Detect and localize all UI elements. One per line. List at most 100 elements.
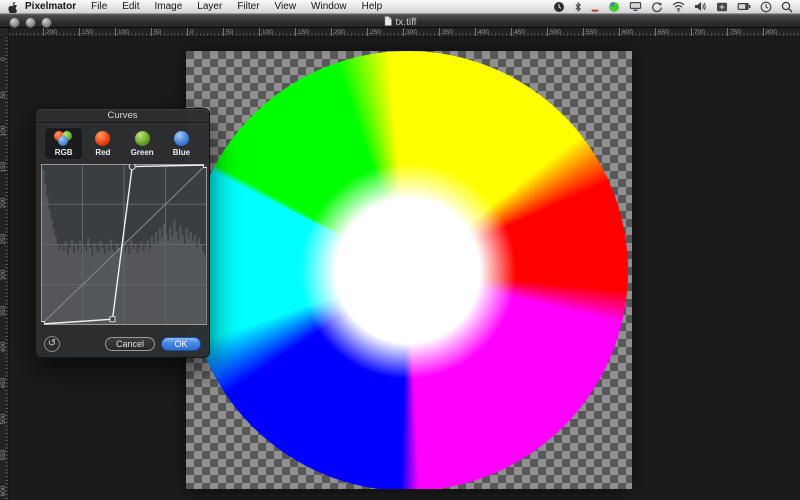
bluetooth-icon[interactable] <box>574 1 582 13</box>
histogram-bar <box>132 249 134 324</box>
ruler-h-label: 650 <box>655 28 669 37</box>
display-icon[interactable] <box>629 1 642 12</box>
curves-graph[interactable] <box>41 164 207 325</box>
menu-window[interactable]: Window <box>311 1 347 12</box>
ruler-h-label: 600 <box>619 28 633 37</box>
histogram-bar <box>60 245 62 325</box>
histogram-bar <box>56 245 58 325</box>
histogram-bar <box>173 221 175 324</box>
ok-button[interactable]: OK <box>161 337 201 351</box>
ruler-v-label: 250 <box>0 222 8 256</box>
histogram-bar <box>171 237 173 324</box>
ruler-v-label: 400 <box>0 330 8 364</box>
histogram-bar <box>181 235 183 324</box>
clock-icon[interactable] <box>760 1 772 13</box>
document-icon[interactable] <box>384 16 392 29</box>
channel-blue[interactable]: Blue <box>162 127 201 160</box>
menu-edit[interactable]: Edit <box>122 1 139 12</box>
menu-file[interactable]: File <box>91 1 107 12</box>
histogram-bar <box>192 241 194 324</box>
histogram-bar <box>73 252 75 324</box>
histogram-bar <box>188 238 190 324</box>
wifi-icon[interactable] <box>672 1 685 12</box>
histogram-bar <box>58 249 60 324</box>
widget-icon[interactable] <box>716 2 728 12</box>
curves-plot[interactable] <box>41 164 207 325</box>
reset-button[interactable]: ↺ <box>44 336 60 352</box>
histogram-bar <box>108 251 110 324</box>
histogram-bar <box>89 248 91 324</box>
menu-filter[interactable]: Filter <box>237 1 259 12</box>
histogram-bar <box>130 240 132 324</box>
histogram-bar <box>157 241 159 324</box>
ruler-vertical: 050100150200250300350400450500550600 <box>0 37 9 500</box>
histogram-bar <box>106 245 108 325</box>
histogram-bar <box>204 257 206 324</box>
histogram-bar <box>63 251 65 324</box>
color-wheel-image[interactable] <box>188 51 628 489</box>
ruler-h-label: 100 <box>259 28 273 37</box>
histogram-bar <box>194 235 196 324</box>
menu-extras <box>553 1 800 13</box>
notification-icon[interactable] <box>591 1 599 13</box>
ruler-v-label: 500 <box>0 402 8 436</box>
histogram-bar <box>138 248 140 324</box>
menu-layer[interactable]: Layer <box>197 1 222 12</box>
ruler-h-label: 300 <box>403 28 417 37</box>
ruler-h-label: 50 <box>151 28 161 37</box>
histogram-bar <box>75 245 77 325</box>
ruler-h-label: 500 <box>547 28 561 37</box>
volume-icon[interactable] <box>694 1 707 12</box>
ruler-v-label: 350 <box>0 294 8 328</box>
ruler-h-label: 800 <box>763 28 777 37</box>
channel-label: Red <box>95 148 110 157</box>
curve-handle[interactable] <box>204 164 208 168</box>
channel-rgb[interactable]: RGB <box>44 127 83 160</box>
histogram-bar <box>77 249 79 324</box>
channel-red[interactable]: Red <box>83 127 122 160</box>
histogram-bar <box>93 243 95 324</box>
histogram-bar <box>48 210 50 324</box>
spotlight-icon[interactable] <box>781 1 793 13</box>
ruler-horizontal: 2001501005005010015020025030035040045050… <box>9 28 800 37</box>
ruler-v-label: 300 <box>0 258 8 292</box>
histogram-bar <box>140 241 142 324</box>
channel-label: Green <box>131 148 154 157</box>
histogram-bar <box>71 240 73 324</box>
dialog-footer: ↺ Cancel OK <box>36 335 209 352</box>
ruler-v-label: 550 <box>0 438 8 472</box>
time-machine-icon[interactable] <box>553 1 565 13</box>
curve-handle[interactable] <box>110 317 115 322</box>
curves-dialog: Curves RGB Red Green Blue ↺ Cancel OK <box>35 108 210 358</box>
menu-view[interactable]: View <box>275 1 297 12</box>
dialog-title: Curves <box>36 109 209 123</box>
ruler-h-label: 450 <box>511 28 525 37</box>
histogram-bar <box>136 252 138 324</box>
menu-pixelmator[interactable]: Pixelmator <box>25 1 76 12</box>
histogram-bar <box>91 256 93 324</box>
menu-image[interactable]: Image <box>155 1 183 12</box>
cpu-pie-icon[interactable] <box>608 1 620 13</box>
ruler-h-label: 50 <box>223 28 233 37</box>
channel-label: RGB <box>55 148 73 157</box>
reset-icon: ↺ <box>48 338 56 349</box>
histogram-bar <box>147 240 149 324</box>
histogram-bar <box>142 251 144 324</box>
channel-green[interactable]: Green <box>123 127 162 160</box>
histogram-bar <box>186 229 188 324</box>
battery-icon[interactable] <box>737 2 751 11</box>
curve-handle[interactable] <box>129 164 135 170</box>
curve-handle[interactable] <box>41 322 45 326</box>
menu-help[interactable]: Help <box>362 1 383 12</box>
histogram-bar <box>161 237 163 324</box>
apple-menu-icon[interactable] <box>8 1 18 13</box>
histogram-bar <box>101 248 103 324</box>
ruler-v-label: 0 <box>0 42 8 76</box>
histogram-bar <box>163 224 165 324</box>
ruler-h-label: 200 <box>331 28 345 37</box>
ruler-h-label: 250 <box>367 28 381 37</box>
cancel-button[interactable]: Cancel <box>105 337 155 351</box>
window-title-bar[interactable]: tx.tiff <box>0 14 800 28</box>
histogram-bar <box>155 232 157 324</box>
sync-icon[interactable] <box>651 1 663 13</box>
